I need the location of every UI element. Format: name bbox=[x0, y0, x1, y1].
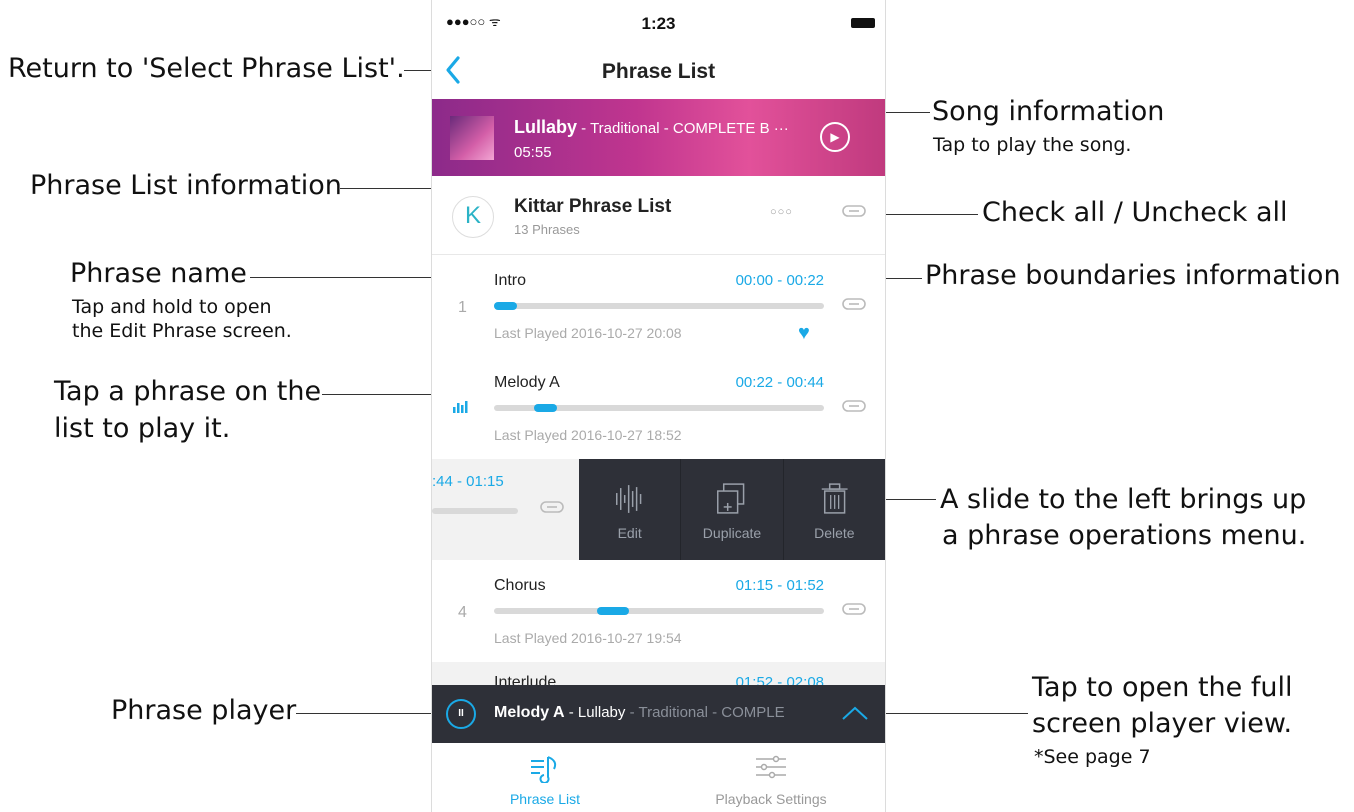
more-icon[interactable]: ○○○ bbox=[770, 206, 793, 218]
leader-line bbox=[296, 713, 434, 714]
check-all-link-icon[interactable] bbox=[842, 204, 866, 218]
phrase-range: 00:22 - 00:44 bbox=[735, 374, 824, 391]
annotation-full-2: screen player view. bbox=[1032, 708, 1293, 739]
tab-label: Playback Settings bbox=[715, 791, 827, 807]
last-played: Last Played 2016-10-27 18:52 bbox=[494, 427, 682, 443]
leader-line bbox=[880, 713, 1028, 714]
duplicate-label: Duplicate bbox=[702, 525, 762, 541]
leader-line bbox=[884, 112, 930, 113]
page-title: Phrase List bbox=[601, 60, 716, 83]
phrase-row[interactable]: Melody A 00:22 - 00:44 Last Played 2016-… bbox=[432, 357, 885, 460]
phrase-range: :44 - 01:15 bbox=[432, 473, 504, 490]
annotation-tap-phrase-2: list to play it. bbox=[54, 413, 231, 444]
phrase-timeline-fill bbox=[597, 607, 629, 615]
phrase-timeline-fill bbox=[494, 302, 517, 310]
phrase-row[interactable]: 4 Chorus 01:15 - 01:52 Last Played 2016-… bbox=[432, 560, 885, 663]
phrase-index: 1 bbox=[458, 299, 467, 316]
annotation-phrase-name: Phrase name bbox=[70, 258, 247, 289]
trash-icon bbox=[821, 483, 848, 514]
annotation-phrase-name-sub1: Tap and hold to open bbox=[72, 296, 272, 318]
phrase-check-link-icon[interactable] bbox=[842, 399, 866, 413]
phrase-timeline bbox=[432, 508, 518, 514]
annotation-song-info-sub: Tap to play the song. bbox=[933, 134, 1132, 156]
phrase-timeline bbox=[494, 607, 824, 615]
phrase-range: 01:15 - 01:52 bbox=[735, 577, 824, 594]
battery-icon bbox=[851, 18, 875, 28]
phrase-timeline-fill bbox=[534, 404, 557, 412]
phrase-operations-menu: Edit Duplicate Delete bbox=[579, 459, 885, 560]
phrase-timeline bbox=[494, 302, 824, 310]
phrase-range: 00:00 - 00:22 bbox=[735, 272, 824, 289]
annotation-phrase-name-sub2: the Edit Phrase screen. bbox=[72, 320, 292, 342]
annotation-slide-1: A slide to the left brings up bbox=[940, 484, 1307, 515]
phrase-player[interactable]: II Melody A - Lullaby - Traditional - CO… bbox=[432, 685, 885, 743]
delete-button[interactable]: Delete bbox=[784, 459, 885, 560]
phrase-name: Intro bbox=[494, 272, 527, 289]
pause-icon[interactable]: II bbox=[446, 699, 476, 729]
play-circle-icon[interactable]: ▶ bbox=[820, 122, 850, 152]
swiped-phrase-row[interactable]: :44 - 01:15 Edit Duplicate Delete bbox=[432, 459, 885, 560]
leader-line bbox=[870, 214, 978, 215]
sliders-icon bbox=[756, 755, 786, 779]
song-meta: - Traditional - COMPLETE B ··· bbox=[577, 120, 789, 137]
album-art bbox=[450, 116, 494, 160]
phrase-index: 4 bbox=[458, 604, 467, 621]
status-time: 1:23 bbox=[641, 14, 676, 33]
phone-screen: ●●●○○ ᯤ 1:23 Phrase List Lullaby - Tradi… bbox=[431, 0, 886, 812]
tab-playback-settings[interactable]: Playback Settings bbox=[658, 743, 884, 812]
edit-label: Edit bbox=[617, 525, 642, 541]
song-banner[interactable]: Lullaby - Traditional - COMPLETE B ··· 0… bbox=[432, 99, 885, 176]
player-meta: - Traditional - COMPLE bbox=[625, 704, 785, 721]
annotation-full-1: Tap to open the full bbox=[1032, 672, 1293, 703]
now-playing-equalizer-icon bbox=[453, 401, 468, 413]
last-played: Last Played 2016-10-27 19:54 bbox=[494, 630, 682, 646]
player-phrase: Melody A bbox=[494, 704, 565, 721]
tab-label: Phrase List bbox=[509, 791, 581, 807]
duplicate-button[interactable]: Duplicate bbox=[681, 459, 784, 560]
phrase-count: 13 Phrases bbox=[514, 222, 580, 237]
phrase-list-name: Kittar Phrase List bbox=[514, 196, 672, 217]
phrase-list-icon bbox=[531, 756, 557, 783]
annotation-return: Return to 'Select Phrase List'. bbox=[8, 53, 405, 84]
annotation-phrase-list-info: Phrase List information bbox=[30, 170, 342, 201]
annotation-song-info: Song information bbox=[932, 96, 1165, 127]
leader-line bbox=[340, 188, 432, 189]
annotation-tap-phrase-1: Tap a phrase on the bbox=[54, 376, 322, 407]
song-duration: 05:55 bbox=[514, 144, 552, 161]
tab-phrase-list[interactable]: Phrase List bbox=[432, 743, 658, 812]
annotation-boundaries: Phrase boundaries information bbox=[925, 260, 1341, 291]
phrase-name: Melody A bbox=[494, 374, 560, 391]
delete-label: Delete bbox=[814, 525, 855, 541]
phrase-check-link-icon[interactable] bbox=[842, 602, 866, 616]
phrase-check-link-icon[interactable] bbox=[842, 297, 866, 311]
nav-bar: Phrase List bbox=[432, 50, 885, 98]
song-title: Lullaby bbox=[514, 117, 578, 137]
annotation-player: Phrase player bbox=[111, 695, 297, 726]
annotation-full-3: *See page 7 bbox=[1034, 746, 1151, 768]
last-played: Last Played 2016-10-27 20:08 bbox=[494, 325, 682, 341]
kittar-logo-icon: K bbox=[452, 196, 494, 238]
edit-button[interactable]: Edit bbox=[579, 459, 682, 560]
song-title-line: Lullaby - Traditional - COMPLETE B ··· bbox=[514, 117, 789, 138]
chevron-up-icon[interactable] bbox=[840, 703, 870, 723]
favorite-heart-icon[interactable]: ♥ bbox=[798, 322, 810, 345]
duplicate-icon bbox=[717, 483, 745, 514]
phrase-row[interactable]: 1 Intro 00:00 - 00:22 Last Played 2016-1… bbox=[432, 255, 885, 358]
phrase-name: Chorus bbox=[494, 577, 546, 594]
phrase-check-link-icon[interactable] bbox=[540, 500, 564, 514]
tab-bar: Phrase List Playback Settings bbox=[432, 743, 885, 812]
leader-line bbox=[322, 394, 444, 395]
annotation-slide-2: a phrase operations menu. bbox=[942, 520, 1307, 551]
player-text: Melody A - Lullaby - Traditional - COMPL… bbox=[494, 704, 834, 722]
phrase-timeline bbox=[494, 404, 824, 412]
leader-line bbox=[404, 70, 432, 71]
waveform-edit-icon bbox=[616, 485, 642, 513]
phrase-list-info: K Kittar Phrase List 13 Phrases ○○○ bbox=[432, 176, 885, 255]
annotation-check-all: Check all / Uncheck all bbox=[982, 197, 1288, 228]
player-song: - Lullaby bbox=[564, 704, 626, 721]
status-bar: ●●●○○ ᯤ 1:23 bbox=[432, 0, 885, 50]
